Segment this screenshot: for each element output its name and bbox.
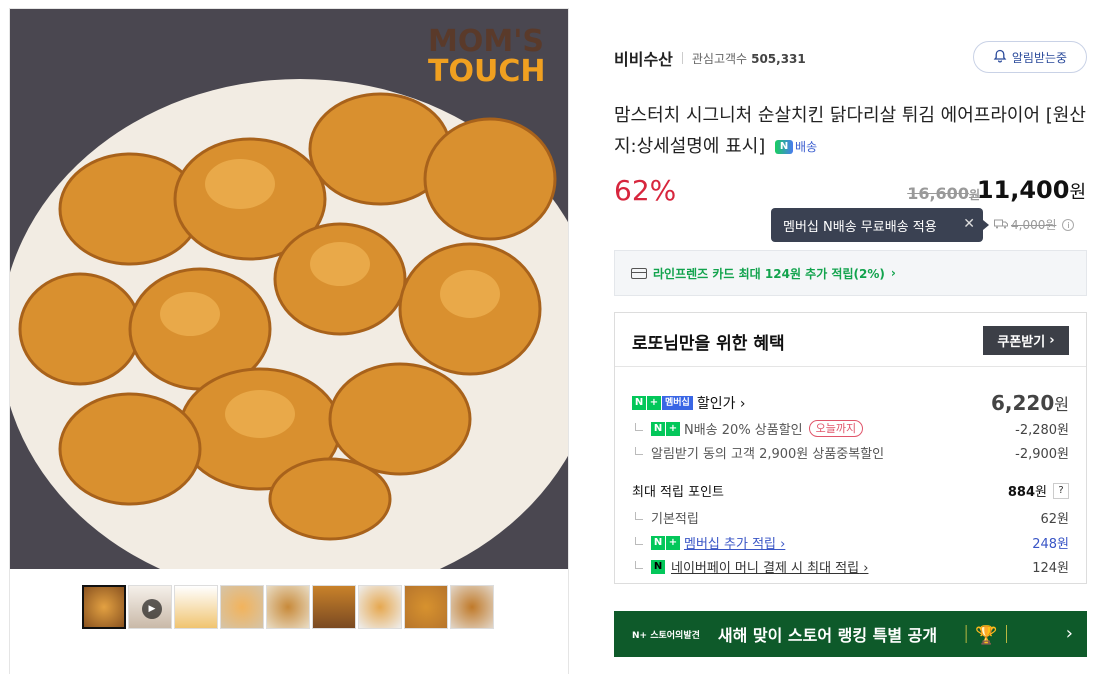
play-icon: ▶ (142, 599, 162, 619)
naver-pay-icon: N (651, 559, 665, 574)
card-icon (631, 267, 647, 279)
discount-rate: 62% (614, 174, 677, 207)
divider (681, 52, 683, 64)
thumbnail[interactable] (404, 585, 448, 629)
alarm-label: 알림받는중 (1011, 50, 1068, 65)
points-item: N + 멤버십 추가 적립 › 248원 (632, 533, 1069, 552)
info-icon[interactable]: i (1062, 218, 1075, 231)
original-price: 16,600원 (907, 184, 980, 203)
close-icon[interactable]: ✕ (963, 216, 975, 232)
bell-icon (993, 49, 1007, 66)
n-delivery-badge: N 배송 (775, 132, 817, 163)
shipping-fee: 4,000원 i (994, 216, 1075, 233)
chevron-right-icon: › (1065, 623, 1073, 644)
fried-chicken-illustration (10, 9, 568, 569)
truck-icon (994, 218, 1008, 232)
n-delivery-icon: N (775, 140, 794, 154)
interest-count: 관심고객수 505,331 (691, 51, 806, 66)
alarm-button[interactable]: 알림받는중 (973, 41, 1087, 73)
member-price: 6,220원 (991, 391, 1069, 415)
benefit-title: 로또님만을 위한 혜택 (632, 334, 785, 354)
member-price-row: N + 멤버십 할인가 › 6,220원 (632, 391, 1069, 415)
thumbnail[interactable] (82, 585, 126, 629)
thumbnail[interactable] (312, 585, 356, 629)
help-icon[interactable]: ? (1053, 482, 1069, 499)
product-title: 맘스터치 시그니처 순살치킨 닭다리살 튀김 에어프라이어 [원산지:상세설명에… (614, 100, 1088, 163)
today-only-badge: 오늘까지 (808, 420, 864, 437)
card-benefit[interactable]: 라인프렌즈 카드 최대 124원 추가 적립(2%) › (614, 250, 1087, 296)
store-ranking-banner[interactable]: N+ 스토어의발견 새해 맞이 스토어 랭킹 특별 공개 ｜🏆｜ › (614, 611, 1087, 657)
n-plus-icon: N + (651, 421, 680, 436)
membership-points-link[interactable]: 멤버십 추가 적립 › (684, 533, 785, 552)
coupon-button[interactable]: 쿠폰받기 › (983, 326, 1069, 355)
final-price: 11,400원 (976, 176, 1086, 204)
discount-row: N + N배송 20% 상품할인 오늘까지 -2,280원 (632, 419, 1069, 438)
main-product-image[interactable]: MOM'S TOUCH (10, 9, 568, 569)
thumbnail[interactable] (174, 585, 218, 629)
thumbnail[interactable] (266, 585, 310, 629)
points-row: 최대 적립 포인트 884원 ? (632, 481, 1069, 500)
chevron-right-icon: › (1049, 333, 1055, 348)
naver-pay-points-link[interactable]: 네이버페이 머니 결제 시 최대 적립 › (671, 557, 868, 576)
thumbnail-strip: ▶ (82, 585, 494, 629)
points-total: 884원 (1007, 485, 1047, 500)
tooltip-text: 멤버십 N배송 무료배송 적용 (783, 219, 937, 235)
discount-row: 알림받기 동의 고객 2,900원 상품중복할인 -2,900원 (632, 443, 1069, 462)
thumbnail[interactable] (358, 585, 402, 629)
benefit-header: 로또님만을 위한 혜택 쿠폰받기 › (615, 313, 1086, 367)
n-plus-icon: N + (651, 535, 680, 550)
points-item: N 네이버페이 머니 결제 시 최대 적립 › 124원 (632, 557, 1069, 576)
chevron-right-icon: › (890, 266, 896, 280)
points-item: 기본적립 62원 (632, 508, 1069, 527)
n-plus-membership-icon: N + 멤버십 (632, 396, 693, 410)
product-gallery: MOM'S TOUCH ▶ (9, 8, 569, 674)
member-price-label[interactable]: 할인가 › (697, 393, 746, 413)
banner-text: 새해 맞이 스토어 랭킹 특별 공개 (717, 626, 938, 645)
banner-tag: N+ 스토어의발견 (632, 630, 700, 641)
moms-touch-logo: MOM'S TOUCH (428, 24, 546, 89)
thumbnail[interactable] (220, 585, 264, 629)
benefit-box: 로또님만을 위한 혜택 쿠폰받기 › N + 멤버십 할인가 › 6,220원 N + … (614, 312, 1087, 584)
trophy-icon: ｜🏆｜ (957, 625, 1016, 646)
price-row: 62% 16,600원 11,400원 (614, 172, 1088, 212)
store-name[interactable]: 비비수산 (614, 46, 673, 70)
store-row: 비비수산 관심고객수 505,331 (614, 46, 806, 70)
card-benefit-text: 라인프렌즈 카드 최대 124원 추가 적립(2%) (653, 266, 885, 281)
shipping-fee-value: 4,000원 (1011, 218, 1057, 232)
thumbnail-video[interactable]: ▶ (128, 585, 172, 629)
free-shipping-tooltip: 멤버십 N배송 무료배송 적용 ✕ (771, 208, 989, 242)
thumbnail[interactable] (450, 585, 494, 629)
